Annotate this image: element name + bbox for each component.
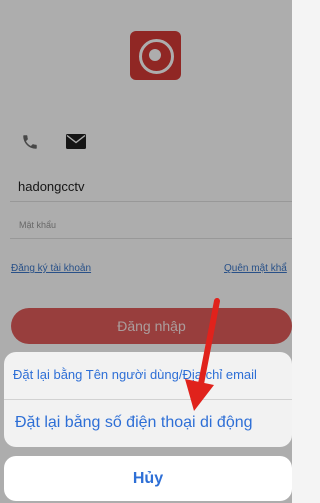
sheet-divider: [4, 399, 292, 400]
annotation-arrow-icon: [185, 298, 220, 411]
reset-password-action-sheet: Đặt lại bằng Tên người dùng/Địa chỉ emai…: [4, 352, 292, 447]
reset-by-phone-option[interactable]: Đặt lại bằng số điện thoại di động: [15, 414, 292, 432]
reset-by-username-email-option[interactable]: Đặt lại bằng Tên người dùng/Địa chỉ emai…: [13, 367, 292, 382]
cancel-button[interactable]: Hủy: [4, 456, 292, 501]
